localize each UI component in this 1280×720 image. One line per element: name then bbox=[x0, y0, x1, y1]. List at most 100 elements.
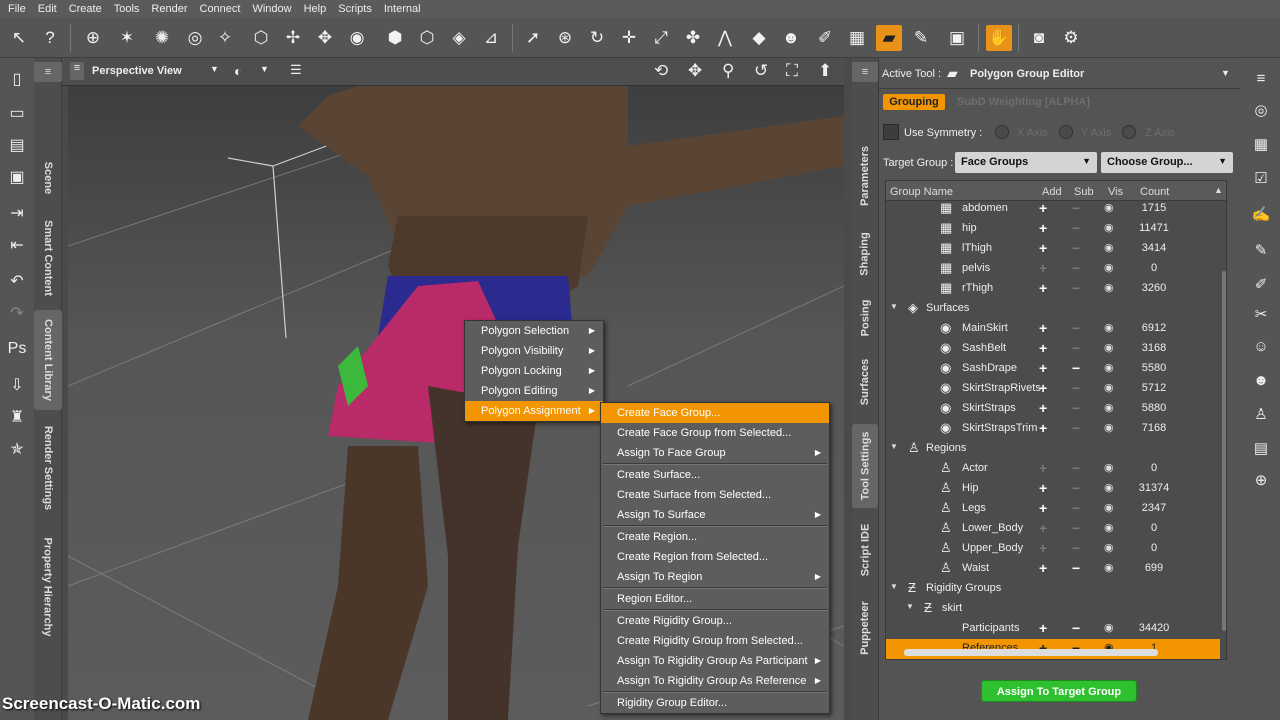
tree-row[interactable]: ▦ lThigh + − ◉ 3414 bbox=[886, 239, 1220, 259]
cube-icon[interactable]: ⬢ bbox=[382, 25, 408, 51]
camera-icon[interactable]: ◙ bbox=[1026, 25, 1052, 51]
tree-group-row[interactable]: ▼ ◈ Surfaces bbox=[886, 299, 1220, 319]
menu-connect[interactable]: Connect bbox=[194, 3, 247, 15]
menu-window[interactable]: Window bbox=[246, 3, 297, 15]
pan-icon[interactable]: ✥ bbox=[688, 61, 702, 81]
undo-icon[interactable]: ↶ bbox=[4, 268, 30, 294]
face-icon[interactable]: ☻ bbox=[1249, 368, 1273, 392]
point-light-icon[interactable]: ✺ bbox=[149, 25, 175, 51]
roll-icon[interactable]: ↺ bbox=[754, 61, 768, 81]
add-icon[interactable]: + bbox=[1039, 420, 1047, 436]
tree-row[interactable]: Participants + − ◉ 34420 bbox=[886, 619, 1220, 639]
tools-icon[interactable]: ✂ bbox=[1249, 302, 1273, 326]
subtract-icon[interactable]: − bbox=[1072, 200, 1080, 216]
add-icon[interactable]: + bbox=[1039, 500, 1047, 516]
checklist-icon[interactable]: ☑ bbox=[1249, 166, 1273, 190]
add-icon[interactable]: + bbox=[1039, 540, 1047, 556]
submenu-item[interactable]: Create Surface... bbox=[601, 465, 829, 485]
surface-tool-icon[interactable]: ◆ bbox=[746, 25, 772, 51]
visibility-eye-icon[interactable]: ◉ bbox=[1104, 281, 1114, 294]
add-icon[interactable]: + bbox=[1039, 620, 1047, 636]
tree-row[interactable]: ◉ SkirtStrapsTrim + − ◉ 7168 bbox=[886, 419, 1220, 439]
tree-row[interactable]: ◉ SkirtStraps + − ◉ 5880 bbox=[886, 399, 1220, 419]
target-group-select[interactable]: Face Groups ▼ bbox=[955, 152, 1097, 173]
choose-group-select[interactable]: Choose Group... ▼ bbox=[1101, 152, 1233, 173]
visibility-eye-icon[interactable]: ◉ bbox=[1104, 461, 1114, 474]
subtract-icon[interactable]: − bbox=[1072, 360, 1080, 376]
add-icon[interactable]: + bbox=[1039, 480, 1047, 496]
orbit-icon[interactable]: ⟲ bbox=[654, 61, 668, 81]
submenu-item[interactable]: Create Region... bbox=[601, 527, 829, 547]
add-icon[interactable]: + bbox=[1039, 460, 1047, 476]
panel-menu-icon[interactable]: ≡ bbox=[852, 62, 878, 82]
column-group-name[interactable]: Group Name bbox=[890, 186, 953, 198]
add-icon[interactable]: + bbox=[1039, 340, 1047, 356]
add-icon[interactable]: + bbox=[1039, 520, 1047, 536]
expand-icon[interactable]: ▼ bbox=[890, 302, 898, 311]
z-axis-radio[interactable] bbox=[1122, 125, 1136, 139]
tree-row[interactable]: ◉ SkirtStrapRivets + − ◉ 5712 bbox=[886, 379, 1220, 399]
pose-figure-icon[interactable]: ✯ bbox=[4, 436, 30, 462]
world-icon[interactable]: ⊕ bbox=[1249, 468, 1273, 492]
list-icon[interactable]: ☰ bbox=[290, 62, 302, 78]
x-axis-radio[interactable] bbox=[995, 125, 1009, 139]
assign-to-target-group-button[interactable]: Assign To Target Group bbox=[981, 680, 1137, 702]
tree-group-row[interactable]: ▼ Ƶ Rigidity Groups bbox=[886, 579, 1220, 599]
chevron-down-icon[interactable]: ▼ bbox=[210, 64, 219, 74]
figure-pose-icon[interactable]: ☺ bbox=[1249, 334, 1273, 358]
active-pose-icon[interactable]: ✋ bbox=[986, 25, 1012, 51]
import-icon[interactable]: ⇥ bbox=[4, 200, 30, 226]
download-icon[interactable]: ⇩ bbox=[4, 372, 30, 398]
cube-outline-icon[interactable]: ⬡ bbox=[414, 25, 440, 51]
subtract-icon[interactable]: − bbox=[1072, 520, 1080, 536]
subtract-icon[interactable]: − bbox=[1072, 620, 1080, 636]
panel-menu-icon[interactable]: ≡ bbox=[1249, 66, 1273, 90]
tab-property-hierarchy[interactable]: Property Hierarchy bbox=[34, 528, 62, 646]
submenu-item[interactable]: Rigidity Group Editor... bbox=[601, 693, 829, 713]
tab-puppeteer[interactable]: Puppeteer bbox=[852, 592, 878, 664]
submenu-item[interactable]: Create Rigidity Group from Selected... bbox=[601, 631, 829, 651]
subtract-icon[interactable]: − bbox=[1072, 560, 1080, 576]
export-icon[interactable]: ⇤ bbox=[4, 232, 30, 258]
tree-row[interactable]: ♙ Upper_Body + − ◉ 0 bbox=[886, 539, 1220, 559]
context-menu-item[interactable]: Polygon Selection ▶ bbox=[465, 321, 603, 341]
subtract-icon[interactable]: − bbox=[1072, 340, 1080, 356]
subtract-icon[interactable]: − bbox=[1072, 220, 1080, 236]
vertical-scrollbar[interactable] bbox=[1222, 271, 1226, 631]
subtract-icon[interactable]: − bbox=[1072, 540, 1080, 556]
edit-icon[interactable]: ✎ bbox=[908, 25, 934, 51]
figure-tool-icon[interactable]: ☻ bbox=[778, 25, 804, 51]
home-view-icon[interactable]: ⬆ bbox=[818, 61, 832, 81]
create-camera-icon[interactable]: ⊕ bbox=[80, 25, 106, 51]
visibility-eye-icon[interactable]: ◉ bbox=[1104, 341, 1114, 354]
viewport-menu-icon[interactable]: ≡ bbox=[70, 62, 84, 80]
photoshop-icon[interactable]: Ps bbox=[4, 336, 30, 362]
column-sub[interactable]: Sub bbox=[1074, 186, 1094, 198]
tab-posing[interactable]: Posing bbox=[852, 290, 878, 346]
add-icon[interactable]: + bbox=[1039, 560, 1047, 576]
grid-tool-icon[interactable]: ▦ bbox=[844, 25, 870, 51]
brush-icon[interactable]: ✎ bbox=[1249, 238, 1273, 262]
y-axis-radio[interactable] bbox=[1059, 125, 1073, 139]
edit-doc-icon[interactable]: ✍ bbox=[1249, 202, 1273, 226]
subtract-icon[interactable]: − bbox=[1072, 500, 1080, 516]
column-count[interactable]: Count bbox=[1140, 186, 1169, 198]
tab-parameters[interactable]: Parameters bbox=[852, 138, 878, 214]
tab-shaping[interactable]: Shaping bbox=[852, 224, 878, 284]
save-icon[interactable]: ▣ bbox=[4, 164, 30, 190]
select-arrow-icon[interactable]: ➚ bbox=[520, 25, 546, 51]
add-icon[interactable]: + bbox=[1039, 320, 1047, 336]
shading-sphere-icon[interactable]: ◐ bbox=[234, 63, 242, 79]
submenu-item[interactable]: Assign To Region ▶ bbox=[601, 567, 829, 587]
submenu-item[interactable]: Create Rigidity Group... bbox=[601, 611, 829, 631]
visibility-eye-icon[interactable]: ◉ bbox=[1104, 541, 1114, 554]
visibility-eye-icon[interactable]: ◉ bbox=[1104, 201, 1114, 214]
use-symmetry-checkbox[interactable] bbox=[883, 124, 899, 140]
visibility-eye-icon[interactable]: ◉ bbox=[1104, 481, 1114, 494]
submenu-item[interactable]: Assign To Rigidity Group As Reference ▶ bbox=[601, 671, 829, 691]
context-menu-item[interactable]: Polygon Locking ▶ bbox=[465, 361, 603, 381]
visibility-eye-icon[interactable]: ◉ bbox=[1104, 261, 1114, 274]
box-icon[interactable]: ◈ bbox=[446, 25, 472, 51]
tab-surfaces[interactable]: Surfaces bbox=[852, 350, 878, 414]
visibility-eye-icon[interactable]: ◉ bbox=[1104, 621, 1114, 634]
